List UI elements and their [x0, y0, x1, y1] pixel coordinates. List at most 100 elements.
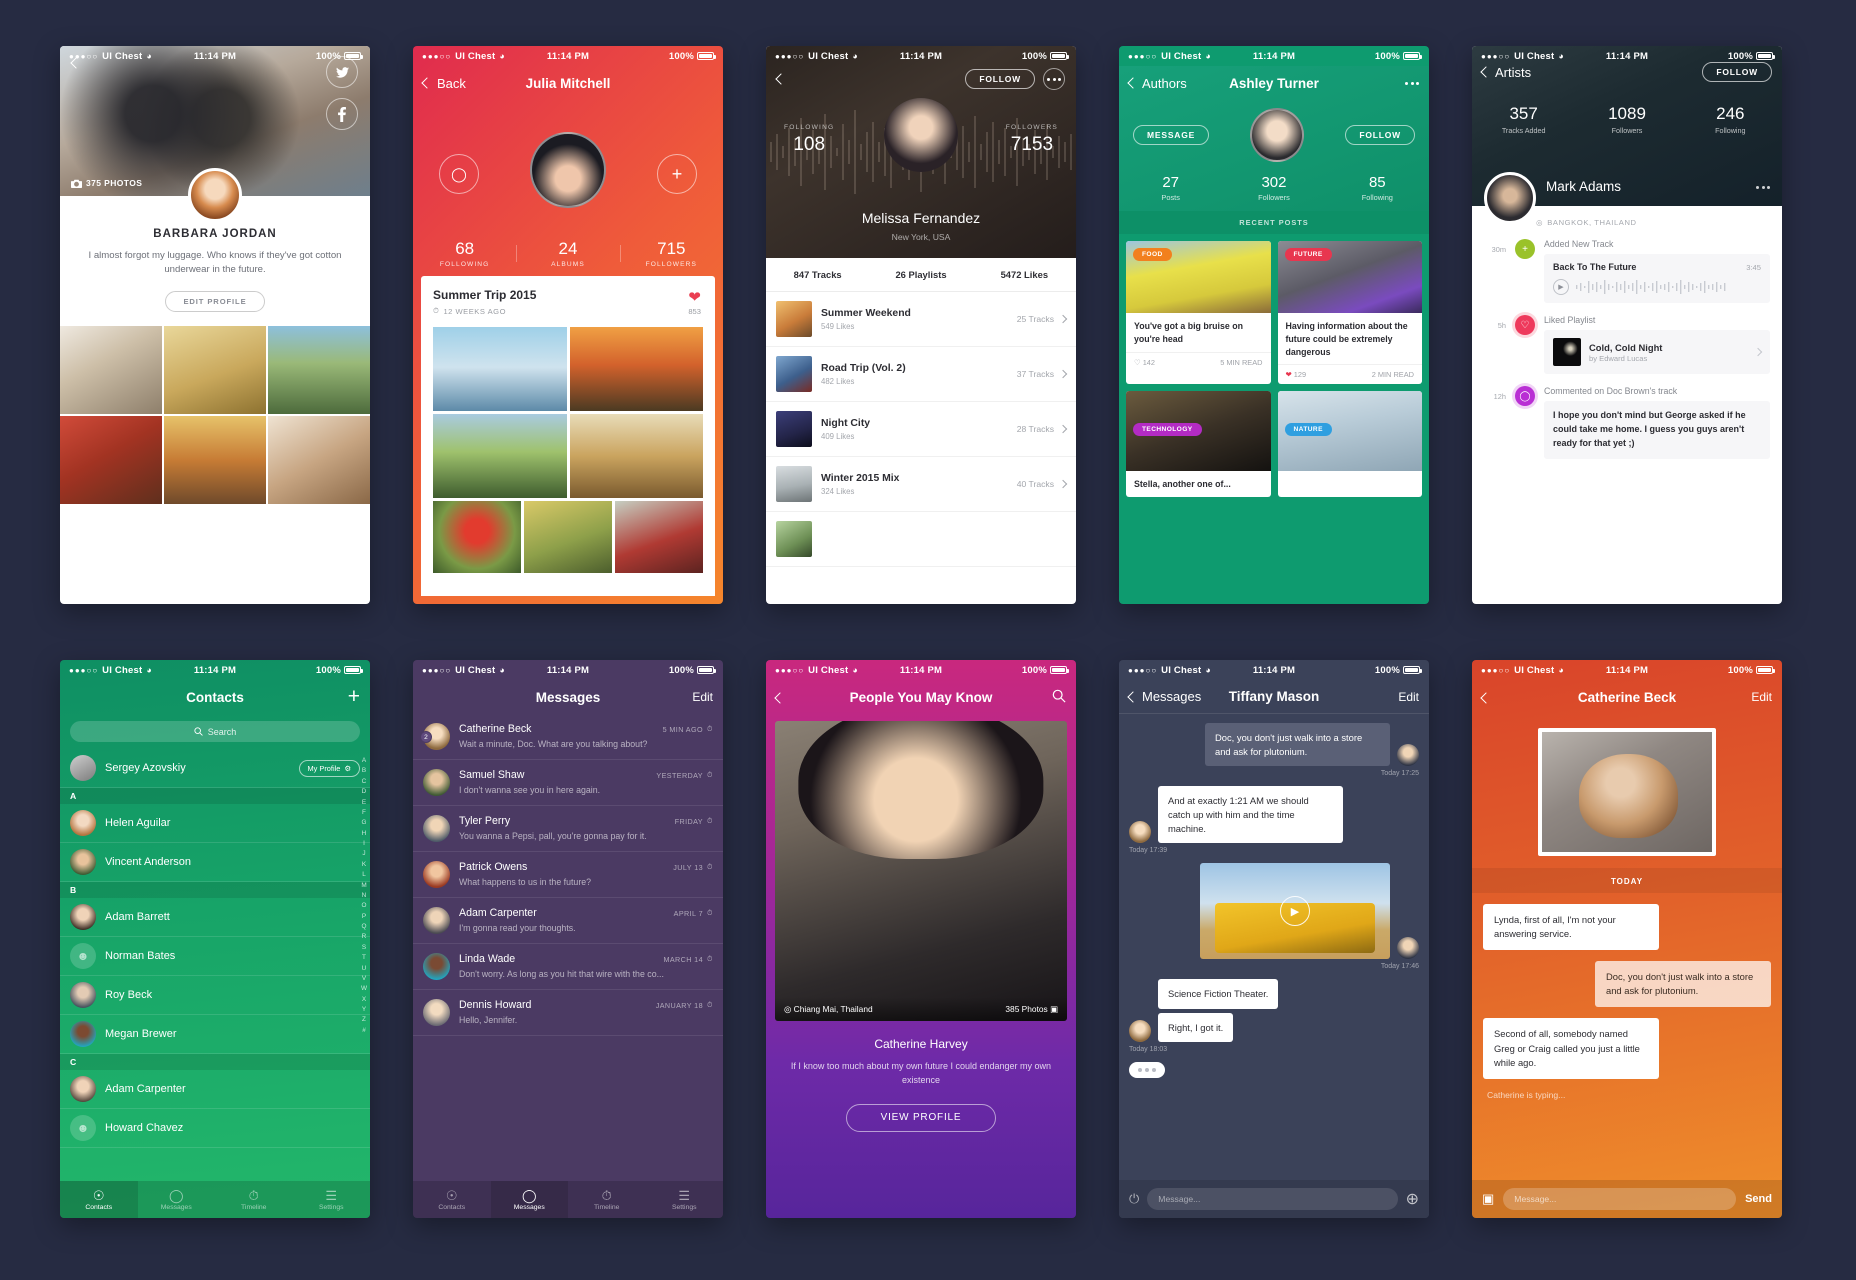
back-button[interactable]: Artists — [1480, 65, 1531, 80]
tab-contacts[interactable]: ☉ Contacts — [413, 1181, 491, 1218]
more-options-icon[interactable] — [1405, 81, 1419, 85]
list-item[interactable]: Roy Beck — [60, 976, 370, 1015]
back-button[interactable]: Authors — [1127, 76, 1187, 91]
grid-photo[interactable] — [569, 414, 703, 498]
play-icon[interactable]: ▶ — [1553, 279, 1569, 295]
back-button[interactable] — [775, 70, 787, 88]
thread-preview: Don't worry. As long as you hit that wir… — [459, 969, 664, 979]
power-icon[interactable]: ⏻ — [1129, 1191, 1139, 1207]
grid-photo[interactable] — [164, 415, 266, 504]
message-icon[interactable]: ◯ — [439, 154, 479, 194]
list-item[interactable]: Megan Brewer — [60, 1015, 370, 1054]
tab-settings[interactable]: ☰ Settings — [646, 1181, 724, 1218]
edit-button[interactable]: Edit — [1751, 690, 1772, 704]
tab-settings[interactable]: ☰ Settings — [293, 1181, 371, 1218]
grid-photo[interactable] — [268, 325, 370, 414]
grid-photo[interactable] — [615, 501, 703, 573]
follow-button[interactable]: FOLLOW — [965, 69, 1035, 89]
back-button[interactable]: Messages — [1127, 689, 1201, 704]
tab-playlists[interactable]: 26 Playlists — [869, 269, 972, 280]
list-item[interactable]: Adam Barrett — [60, 898, 370, 937]
person-photo[interactable]: ◎ Chiang Mai, Thailand 385 Photos ▣ — [775, 721, 1067, 1021]
grid-photo[interactable] — [164, 325, 266, 414]
list-item[interactable]: 2 Catherine Beck 5 MIN AGO ⏱ Wait a minute,… — [413, 714, 723, 760]
tab-likes[interactable]: 5472 Likes — [973, 269, 1076, 280]
search-icon[interactable] — [1052, 689, 1066, 706]
list-item[interactable]: ☻ Howard Chavez — [60, 1109, 370, 1148]
comment-card[interactable]: I hope you don't mind but George asked i… — [1544, 401, 1770, 459]
follow-button[interactable]: FOLLOW — [1345, 125, 1415, 145]
more-options-icon[interactable] — [1756, 186, 1770, 189]
post-card[interactable]: FOOD You've got a big bruise on you're h… — [1126, 241, 1271, 385]
play-icon[interactable]: ▶ — [1280, 896, 1310, 927]
grid-photo[interactable] — [433, 501, 521, 573]
list-item[interactable]: Linda Wade MARCH 14 ⏱ Don't worry. As long … — [413, 944, 723, 990]
grid-photo[interactable] — [524, 501, 612, 573]
tab-messages[interactable]: ◯ Messages — [490, 1181, 568, 1218]
list-item[interactable]: Dennis Howard JANUARY 18 ⏱ Hello, Jennifer. — [413, 990, 723, 1036]
avatar[interactable] — [1250, 108, 1305, 162]
table-row[interactable]: Night City 409 Likes 28 Tracks — [766, 402, 1076, 457]
list-item[interactable]: Vincent Anderson — [60, 843, 370, 882]
grid-photo[interactable] — [60, 325, 162, 414]
add-icon[interactable]: + — [657, 154, 697, 194]
message-input[interactable]: Message... — [1147, 1188, 1398, 1210]
track-card[interactable]: Back To The Future 3:45 ▶ — [1544, 254, 1770, 303]
track-thumbnail — [776, 301, 812, 337]
edit-button[interactable]: Edit — [1398, 690, 1419, 704]
tab-contacts[interactable]: ☉ Contacts — [60, 1181, 138, 1218]
camera-icon[interactable]: ▣ — [1482, 1191, 1494, 1207]
list-item[interactable]: Adam Carpenter APRIL 7 ⏱ I'm gonna read you… — [413, 898, 723, 944]
my-profile-button[interactable]: My Profile ⚙ — [298, 759, 360, 777]
grid-photo[interactable] — [433, 414, 567, 498]
back-button[interactable]: Back — [421, 76, 466, 91]
grid-photo[interactable] — [60, 415, 162, 504]
grid-photo[interactable] — [433, 327, 567, 411]
add-contact-button[interactable]: + — [348, 686, 360, 707]
wifi-icon: ◕ — [499, 51, 505, 61]
camera-icon — [71, 179, 82, 188]
view-profile-button[interactable]: VIEW PROFILE — [846, 1103, 996, 1132]
tab-tracks[interactable]: 847 Tracks — [766, 269, 869, 280]
grid-photo[interactable] — [569, 327, 703, 411]
edit-button[interactable]: Edit — [692, 690, 713, 704]
post-card[interactable]: TECHNOLOGY Stella, another one of... — [1126, 391, 1271, 497]
list-item[interactable]: ☻ Norman Bates — [60, 937, 370, 976]
table-row[interactable]: Winter 2015 Mix 324 Likes 40 Tracks — [766, 457, 1076, 512]
avatar[interactable] — [188, 168, 242, 222]
add-attachment-icon[interactable]: ⊕ — [1406, 1189, 1419, 1209]
list-item-me[interactable]: Sergey Azovskiy My Profile ⚙ — [60, 749, 370, 788]
tab-messages[interactable]: ◯ Messages — [138, 1181, 216, 1218]
list-item[interactable]: Helen Aguilar — [60, 804, 370, 843]
photo-attachment[interactable] — [1538, 728, 1716, 856]
playlist-card[interactable]: Cold, Cold Night by Edward Lucas — [1544, 330, 1770, 374]
list-item[interactable]: Patrick Owens JULY 13 ⏱ What happens to us … — [413, 852, 723, 898]
avatar[interactable] — [884, 98, 958, 172]
back-button[interactable] — [1480, 690, 1492, 705]
post-card[interactable]: FUTURE Having information about the futu… — [1277, 241, 1422, 385]
more-options-icon[interactable] — [1043, 68, 1065, 90]
facebook-icon[interactable] — [326, 98, 358, 130]
tab-timeline[interactable]: ⏱ Timeline — [568, 1181, 646, 1218]
grid-photo[interactable] — [268, 415, 370, 504]
list-item[interactable]: Adam Carpenter — [60, 1070, 370, 1109]
back-button[interactable] — [774, 690, 786, 705]
tab-timeline[interactable]: ⏱ Timeline — [215, 1181, 293, 1218]
table-row[interactable]: Road Trip (Vol. 2) 482 Likes 37 Tracks — [766, 347, 1076, 402]
list-item[interactable]: Samuel Shaw YESTERDAY ⏱ I don't wanna see y… — [413, 760, 723, 806]
alphabet-index[interactable]: A B C D E F G H I J K L M N O P Q R S T U V W X Y Z # — [361, 756, 367, 1036]
message-button[interactable]: MESSAGE — [1133, 125, 1210, 145]
table-row[interactable] — [766, 512, 1076, 567]
search-input[interactable]: Search — [70, 721, 360, 742]
table-row[interactable]: Summer Weekend 549 Likes 25 Tracks — [766, 292, 1076, 347]
edit-profile-button[interactable]: EDIT PROFILE — [165, 290, 265, 312]
post-image: TECHNOLOGY — [1126, 391, 1271, 472]
message-input[interactable]: Message... — [1503, 1188, 1737, 1210]
video-attachment[interactable]: ▶ — [1200, 863, 1390, 960]
post-card[interactable]: NATURE — [1277, 391, 1422, 497]
avatar[interactable] — [530, 132, 606, 208]
avatar[interactable] — [1484, 172, 1536, 224]
list-item[interactable]: Tyler Perry FRIDAY ⏱ You wanna a Pepsi, pal… — [413, 806, 723, 852]
send-button[interactable]: Send — [1745, 1193, 1772, 1205]
like-button[interactable]: ❤ 853 — [688, 288, 701, 316]
